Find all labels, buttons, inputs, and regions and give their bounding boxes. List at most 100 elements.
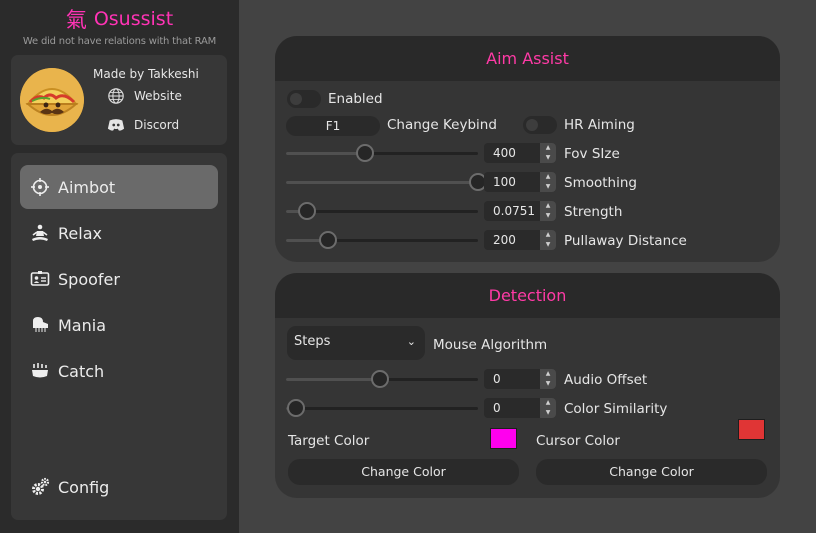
audio-offset-spin-arrows[interactable]: ▲ ▼: [540, 369, 556, 389]
pullaway-distance-label: Pullaway Distance: [564, 233, 687, 249]
brand-title-row: 氣 Osussist: [0, 4, 239, 34]
enabled-toggle[interactable]: [287, 90, 321, 108]
color-similarity-spin-arrows[interactable]: ▲ ▼: [540, 398, 556, 418]
spin-up-icon[interactable]: ▲: [546, 232, 551, 238]
brand-logo-glyph: 氣: [65, 8, 87, 32]
pullaway-distance-slider-thumb[interactable]: [319, 231, 338, 249]
nav-item-aimbot[interactable]: Aimbot: [20, 165, 218, 209]
change-cursor-color-button[interactable]: Change Color: [536, 459, 767, 485]
mouse-algorithm-label: Mouse Algorithm: [433, 337, 548, 353]
pullaway-distance-slider[interactable]: [286, 231, 478, 249]
app-title: Osussist: [93, 8, 174, 30]
gears-icon: [32, 477, 50, 495]
author-credit: Made by Takkeshi: [93, 67, 199, 81]
spin-up-icon[interactable]: ▲: [546, 145, 551, 151]
smoothing-spinbox[interactable]: 100 ▲ ▼: [484, 172, 556, 192]
cursor-color-label: Cursor Color: [536, 433, 620, 449]
discord-label: Discord: [134, 118, 180, 132]
fov-size-slider-fill: [286, 152, 365, 155]
spin-up-icon[interactable]: ▲: [546, 174, 551, 180]
id-card-icon: [30, 271, 50, 286]
aim-assist-panel: Aim Assist Enabled F1 Change Keybind HR …: [275, 36, 780, 262]
detection-panel: Detection Steps ⌄ Mouse Algorithm 0 ▲ ▼ A…: [275, 273, 780, 498]
spin-down-icon[interactable]: ▼: [546, 381, 551, 387]
audio-offset-slider[interactable]: [286, 370, 478, 388]
detection-title: Detection: [275, 273, 780, 318]
fov-size-slider-thumb[interactable]: [355, 144, 374, 162]
discord-link[interactable]: Discord: [107, 116, 179, 134]
fov-size-spinbox[interactable]: 400 ▲ ▼: [484, 143, 556, 163]
audio-offset-label: Audio Offset: [564, 372, 648, 388]
nav-item-catch[interactable]: Catch: [20, 349, 218, 393]
spin-down-icon[interactable]: ▼: [546, 410, 551, 416]
nav-item-config[interactable]: Config: [20, 465, 218, 509]
crosshair-icon: [31, 178, 49, 196]
spin-up-icon[interactable]: ▲: [546, 371, 551, 377]
color-similarity-spinbox[interactable]: 0 ▲ ▼: [484, 398, 556, 418]
spin-down-icon[interactable]: ▼: [546, 242, 551, 248]
main-nav: Aimbot Relax Spoofer Mania Catch Config: [11, 153, 227, 520]
audio-offset-slider-fill: [286, 378, 381, 381]
strength-spin-arrows[interactable]: ▲ ▼: [540, 201, 556, 221]
taco-mustache-icon: [20, 68, 84, 132]
nav-item-mania[interactable]: Mania: [20, 303, 218, 347]
nav-item-spoofer[interactable]: Spoofer: [20, 257, 218, 301]
target-color-label: Target Color: [288, 433, 370, 449]
author-card: Made by Takkeshi Website Discord: [11, 55, 227, 145]
spin-down-icon[interactable]: ▼: [546, 184, 551, 190]
nav-item-relax[interactable]: Relax: [20, 211, 218, 255]
smoothing-label: Smoothing: [564, 175, 637, 191]
strength-slider[interactable]: [286, 202, 478, 220]
hr-aiming-toggle[interactable]: [523, 116, 557, 134]
nav-label-relax: Relax: [58, 223, 102, 243]
avatar: [20, 68, 84, 132]
fov-size-spin-arrows[interactable]: ▲ ▼: [540, 143, 556, 163]
strength-slider-thumb[interactable]: [298, 202, 317, 220]
nav-label-mania: Mania: [58, 315, 106, 335]
nav-label-spoofer: Spoofer: [58, 269, 120, 289]
spin-down-icon[interactable]: ▼: [546, 155, 551, 161]
strength-value: 0.0751: [493, 204, 535, 218]
audio-offset-slider-thumb[interactable]: [371, 370, 390, 388]
fov-size-slider[interactable]: [286, 144, 478, 162]
strength-spinbox[interactable]: 0.0751 ▲ ▼: [484, 201, 556, 221]
smoothing-value: 100: [493, 175, 516, 189]
spin-up-icon[interactable]: ▲: [546, 400, 551, 406]
spin-up-icon[interactable]: ▲: [546, 203, 551, 209]
catch-icon: [32, 363, 48, 378]
meditation-icon: [32, 224, 48, 241]
aim-assist-title: Aim Assist: [275, 36, 780, 81]
hr-aiming-label: HR Aiming: [564, 117, 635, 133]
pullaway-distance-value: 200: [493, 233, 516, 247]
strength-label: Strength: [564, 204, 623, 220]
pullaway-distance-spin-arrows[interactable]: ▲ ▼: [540, 230, 556, 250]
change-keybind-label: Change Keybind: [387, 117, 497, 133]
audio-offset-value: 0: [493, 372, 501, 386]
fov-size-label: Fov SIze: [564, 146, 620, 162]
fov-size-value: 400: [493, 146, 516, 160]
pullaway-distance-spinbox[interactable]: 200 ▲ ▼: [484, 230, 556, 250]
smoothing-slider-fill: [286, 181, 478, 184]
mouse-algorithm-value: Steps: [294, 334, 331, 349]
piano-icon: [33, 317, 48, 332]
change-target-color-button[interactable]: Change Color: [288, 459, 519, 485]
color-similarity-value: 0: [493, 401, 501, 415]
keybind-button[interactable]: F1: [286, 116, 380, 136]
color-similarity-slider[interactable]: [286, 399, 478, 417]
spin-down-icon[interactable]: ▼: [546, 213, 551, 219]
smoothing-slider[interactable]: [286, 173, 487, 191]
sidebar: 氣 Osussist We did not have relations wit…: [0, 0, 239, 533]
globe-icon: [108, 88, 124, 104]
mouse-algorithm-select[interactable]: Steps ⌄: [287, 326, 425, 360]
smoothing-spin-arrows[interactable]: ▲ ▼: [540, 172, 556, 192]
enabled-label: Enabled: [328, 91, 383, 107]
target-color-swatch[interactable]: [490, 428, 517, 449]
cursor-color-swatch[interactable]: [738, 419, 765, 440]
chevron-down-icon: ⌄: [406, 335, 416, 348]
nav-label-aimbot: Aimbot: [58, 177, 116, 197]
audio-offset-spinbox[interactable]: 0 ▲ ▼: [484, 369, 556, 389]
color-similarity-slider-thumb[interactable]: [286, 399, 305, 417]
brand: 氣 Osussist We did not have relations wit…: [0, 4, 239, 47]
website-label: Website: [134, 89, 182, 103]
website-link[interactable]: Website: [107, 87, 182, 105]
